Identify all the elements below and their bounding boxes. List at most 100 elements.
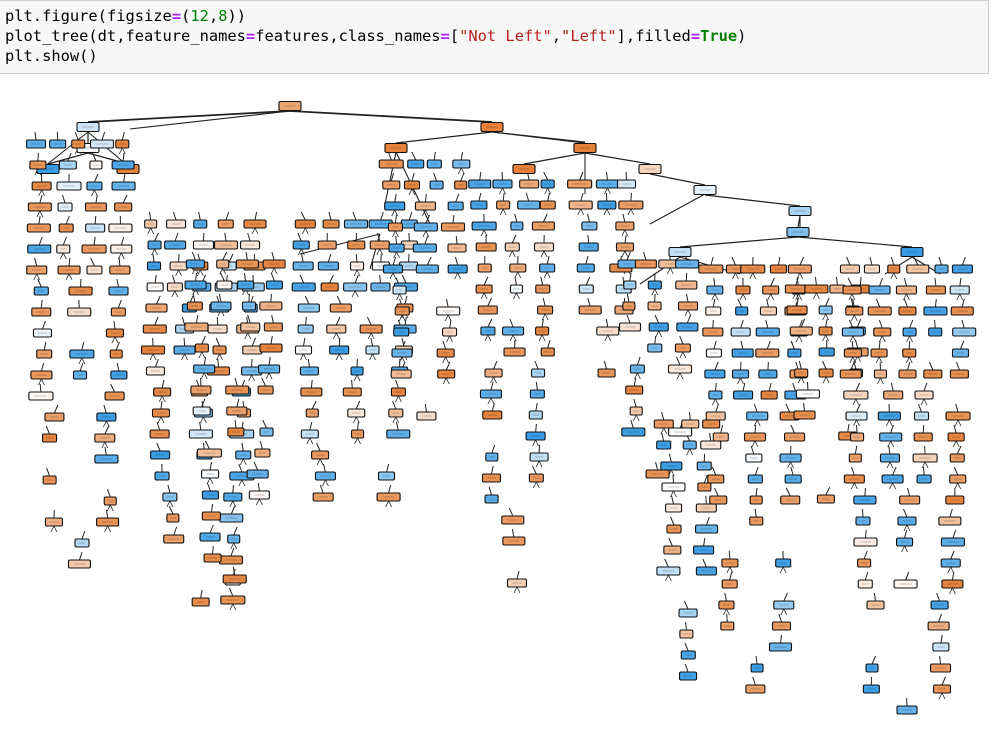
tree-edge <box>825 486 831 496</box>
tree-edge <box>885 419 890 427</box>
tree-edge <box>181 316 186 326</box>
tree-edge <box>853 314 858 322</box>
tree-edge <box>626 293 630 303</box>
tree-edge <box>67 152 72 162</box>
tree-edge <box>304 295 310 305</box>
tree-edge <box>714 361 719 371</box>
tree-edge <box>336 295 342 305</box>
tree-edge <box>195 272 197 282</box>
tree-edge <box>230 542 235 550</box>
code-cell-input[interactable]: plt.figure(figsize=(12,8)) plot_tree(dt,… <box>0 0 989 74</box>
tree-edge <box>171 290 176 298</box>
tree-edge <box>540 276 544 286</box>
tree-edge <box>251 227 256 235</box>
tree-edge <box>740 377 744 385</box>
tree-edge <box>491 131 586 143</box>
tree-edge <box>424 403 427 413</box>
decision-tree-plot <box>25 100 977 715</box>
tree-edge <box>532 481 537 489</box>
tree-edge <box>178 269 182 277</box>
tree-edge <box>157 416 162 424</box>
tree-edge <box>538 334 543 342</box>
tree-edge <box>161 395 166 403</box>
tree-edge <box>259 440 263 450</box>
tree-edge <box>580 208 585 216</box>
tree-edge <box>679 236 799 248</box>
code-line-3: plt.show() <box>5 47 98 65</box>
tree-edge <box>737 298 743 308</box>
tree-edge <box>940 634 943 644</box>
tree-edge <box>335 353 340 361</box>
tree-edge <box>395 131 493 144</box>
tree-edge <box>370 332 375 340</box>
tree-edge <box>798 293 802 301</box>
tree-edge <box>335 332 340 340</box>
tree-edge <box>855 382 861 392</box>
tree-edge <box>101 131 106 141</box>
tree-edge <box>901 545 905 553</box>
tree-edge <box>765 319 769 329</box>
tree-edge <box>654 293 656 303</box>
tree-edge <box>950 566 955 574</box>
tree-edge <box>715 398 719 406</box>
code-editor[interactable]: plt.figure(figsize=(12,8)) plot_tree(dt,… <box>5 6 746 66</box>
tree-edge <box>445 377 450 385</box>
tree-edge <box>543 171 549 181</box>
tree-edge <box>156 442 161 452</box>
tree-edge <box>684 642 689 652</box>
tree-edge <box>630 208 635 216</box>
tree-edge <box>603 360 608 370</box>
tree-edge <box>271 314 274 324</box>
tree-edge <box>742 293 747 301</box>
tree-edge <box>892 466 897 476</box>
tree-edge <box>270 335 273 345</box>
tree-edge <box>783 608 788 616</box>
tree-edge <box>356 374 361 382</box>
tree-edge <box>241 442 244 452</box>
tree-edge <box>766 298 769 308</box>
tree-edge <box>329 274 334 284</box>
tree-edge <box>941 692 946 700</box>
tree-edge <box>169 500 174 508</box>
tree-edge <box>852 398 857 406</box>
tree-edge <box>33 273 38 281</box>
tree-edge <box>853 482 858 490</box>
tree-edge <box>424 235 429 245</box>
tree-edge <box>938 256 942 266</box>
tree-edge <box>94 215 97 225</box>
tree-edge <box>483 292 488 300</box>
tree-edge <box>686 448 691 456</box>
tree-edge <box>62 252 67 260</box>
tree-edge <box>487 334 492 342</box>
tree-edge <box>111 336 116 344</box>
tree-edge <box>622 213 626 223</box>
tree-edge <box>712 398 716 406</box>
tree-edge <box>457 167 462 175</box>
tree-edge <box>621 229 626 237</box>
tree-edge <box>890 272 895 280</box>
tree-edge <box>859 276 862 286</box>
tree-edge <box>42 320 46 330</box>
tree-edge <box>209 524 214 534</box>
tree-edge <box>934 277 937 287</box>
tree-edge <box>392 256 397 266</box>
tree-edge <box>780 608 785 616</box>
tree-edge <box>393 251 397 259</box>
tree-edge <box>109 504 114 512</box>
tree-edge <box>679 351 684 359</box>
tree-edge <box>174 290 179 298</box>
tree-edge <box>203 356 207 366</box>
tree-edge <box>408 188 413 196</box>
tree-edge <box>660 427 665 435</box>
tree-edge <box>712 298 716 308</box>
tree-edge <box>540 250 545 258</box>
tree-edge <box>956 293 961 301</box>
tree-edge <box>535 381 538 391</box>
tree-edge <box>53 525 58 533</box>
tree-edge <box>442 340 447 350</box>
tree-edge <box>395 421 399 431</box>
tree-edge <box>161 379 165 389</box>
tree-edge <box>790 424 796 434</box>
tree-edge <box>239 458 244 466</box>
tree-edge <box>455 193 460 203</box>
